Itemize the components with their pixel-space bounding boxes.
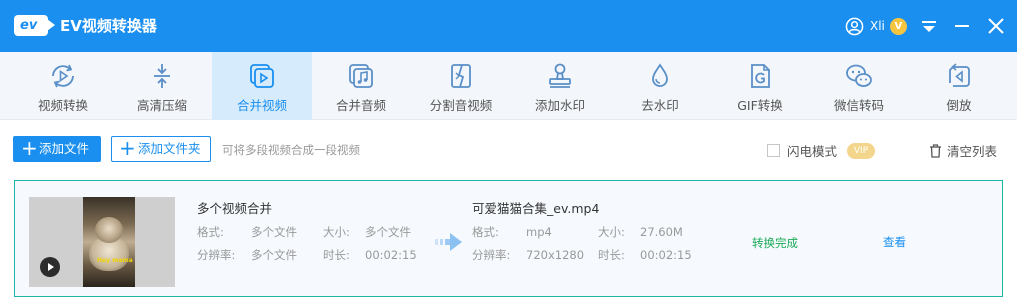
video-convert-icon (52, 64, 74, 88)
tool-label: 高清压缩 (136, 98, 187, 113)
source-size: 多个文件 (365, 225, 411, 239)
output-duration-label: 时长: (598, 248, 625, 262)
tool-label: 倒放 (946, 98, 972, 113)
app-logo: ev (14, 15, 55, 36)
stamp-icon (549, 63, 571, 88)
app-title: EV视频转换器 (60, 17, 157, 35)
trash-icon (930, 143, 941, 158)
video-thumbnail[interactable]: Hey mama (29, 197, 175, 287)
view-output-link[interactable]: 查看 (883, 235, 906, 249)
cat-image-head (95, 217, 123, 243)
source-resolution-label: 分辨率: (197, 248, 236, 262)
tool-label: GIF转换 (737, 98, 783, 113)
plus-icon: + (119, 136, 136, 160)
source-name: 多个视频合并 (197, 201, 273, 216)
source-duration: 00:02:15 (365, 248, 417, 262)
compress-icon (154, 64, 170, 88)
plus-icon: + (21, 136, 38, 160)
thumbnail-frame: Hey mama (83, 197, 135, 287)
play-icon[interactable] (40, 257, 60, 277)
add-folder-label: 添加文件夹 (138, 141, 201, 156)
minimize-icon (955, 25, 969, 27)
username: Xli (870, 19, 885, 33)
reverse-icon (949, 63, 970, 87)
clear-list-button[interactable]: 清空列表 (929, 141, 997, 160)
merge-hint: 可将多段视频合成一段视频 (222, 143, 360, 157)
vip-badge: VIP (847, 142, 876, 159)
user-account[interactable]: Xli V (845, 15, 907, 37)
add-folder-button[interactable]: + 添加文件夹 (111, 136, 211, 162)
tool-merge-video[interactable]: 合并视频 (212, 52, 312, 120)
conversion-status: 转换完成 (752, 236, 798, 250)
source-format: 多个文件 (251, 225, 297, 239)
output-format: mp4 (526, 225, 552, 239)
tool-remove-watermark[interactable]: 去水印 (610, 52, 710, 120)
drop-icon (652, 63, 668, 87)
tool-reverse[interactable]: 倒放 (909, 52, 1009, 120)
tool-gif[interactable]: GIF转换 (710, 52, 810, 120)
tool-label: 添加水印 (534, 98, 585, 113)
vip-icon: V (889, 17, 907, 35)
tool-label: 视频转换 (37, 98, 88, 113)
tool-label: 去水印 (641, 98, 679, 113)
tool-video-convert[interactable]: 视频转换 (13, 52, 113, 120)
wechat-icon (846, 64, 872, 87)
source-size-label: 大小: (323, 225, 350, 239)
add-file-label: 添加文件 (39, 141, 90, 156)
output-name: 可爱猫猫合集_ev.mp4 (472, 201, 600, 216)
feature-toolbar: 视频转换 高清压缩 合并视频 合并音频 分割音视频 添加水印 去水印 GIF转换… (0, 52, 1017, 120)
tool-add-watermark[interactable]: 添加水印 (510, 52, 610, 120)
tool-merge-audio[interactable]: 合并音频 (311, 52, 411, 120)
file-item[interactable]: Hey mama 多个视频合并 格式: 多个文件 大小: 多个文件 分辨率: 多… (14, 180, 1003, 297)
minimize-button[interactable] (951, 15, 973, 37)
menu-icon (922, 21, 936, 32)
flash-mode-checkbox[interactable] (767, 144, 780, 157)
convert-arrow-icon (435, 233, 462, 251)
tool-label: 微信转码 (833, 98, 884, 113)
source-format-label: 格式: (197, 225, 224, 239)
output-duration: 00:02:15 (640, 248, 692, 262)
output-size: 27.60M (640, 225, 683, 239)
tool-label: 合并音频 (335, 98, 386, 113)
merge-audio-icon (349, 64, 373, 88)
output-resolution-label: 分辨率: (472, 248, 511, 262)
add-file-button[interactable]: + 添加文件 (13, 136, 101, 162)
menu-button[interactable] (918, 15, 940, 37)
tool-wechat[interactable]: 微信转码 (809, 52, 909, 120)
tool-label: 合并视频 (236, 98, 287, 113)
close-icon (988, 18, 1004, 34)
flash-mode-label: 闪电模式 (787, 144, 838, 159)
source-resolution: 多个文件 (251, 248, 297, 262)
action-bar: + 添加文件 + 添加文件夹 可将多段视频合成一段视频 闪电模式 VIP 清空列… (0, 120, 1017, 178)
close-button[interactable] (985, 15, 1007, 37)
thumbnail-caption: Hey mama (97, 257, 133, 264)
output-resolution: 720x1280 (526, 248, 585, 262)
clear-list-label: 清空列表 (947, 144, 998, 159)
output-format-label: 格式: (472, 225, 499, 239)
split-icon (451, 64, 471, 88)
title-bar: ev EV视频转换器 Xli V (0, 0, 1017, 52)
tool-split[interactable]: 分割音视频 (411, 52, 511, 120)
flash-mode: 闪电模式 VIP (767, 141, 876, 160)
tool-label: 分割音视频 (429, 98, 493, 113)
gif-icon (751, 64, 770, 88)
source-duration-label: 时长: (323, 248, 350, 262)
tool-compress[interactable]: 高清压缩 (112, 52, 212, 120)
merge-video-icon (250, 64, 274, 88)
user-icon (845, 17, 864, 35)
output-size-label: 大小: (598, 225, 625, 239)
